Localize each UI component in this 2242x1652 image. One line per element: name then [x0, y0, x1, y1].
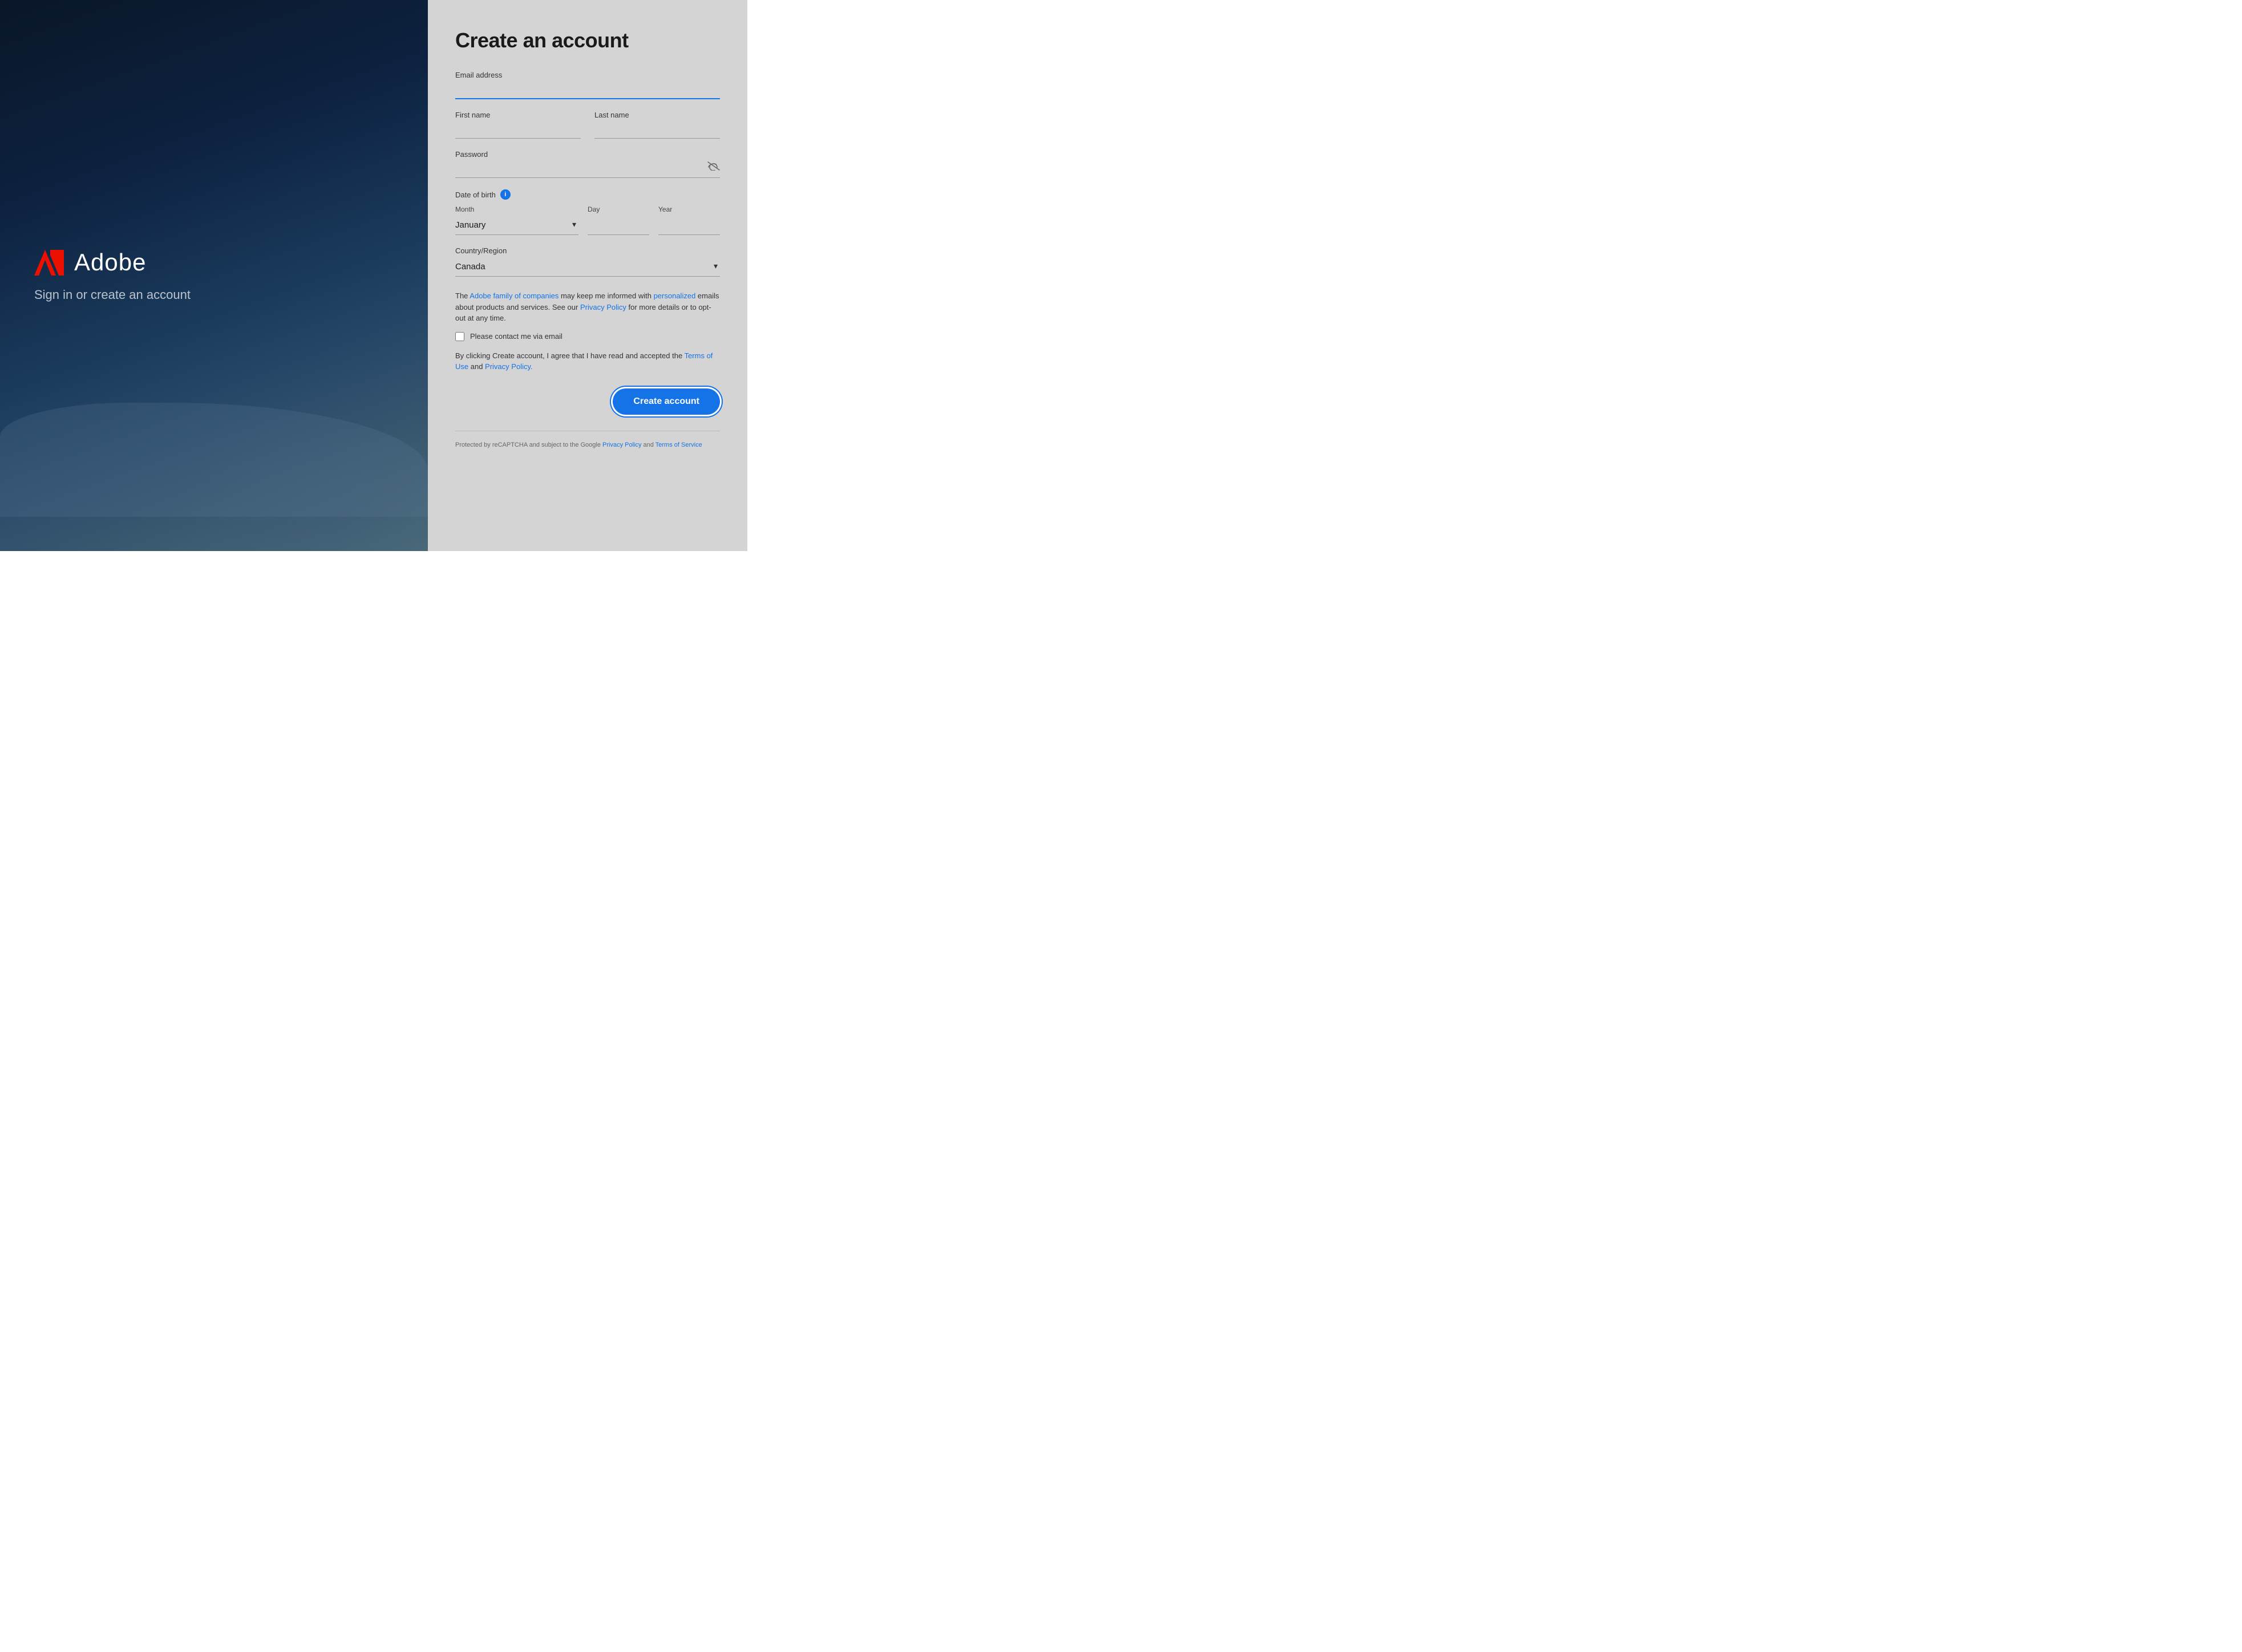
dob-year-input[interactable]: [658, 216, 720, 235]
privacy-policy-link-1[interactable]: Privacy Policy: [580, 303, 626, 311]
password-label: Password: [455, 150, 720, 159]
dob-row: Month January February March April May J…: [455, 205, 720, 235]
dob-section: Date of birth i Month January February M…: [455, 189, 720, 235]
personalized-link[interactable]: personalized: [654, 291, 696, 300]
terms-text: By clicking Create account, I agree that…: [455, 350, 720, 372]
dob-label: Date of birth: [455, 191, 496, 199]
last-name-label: Last name: [594, 111, 720, 119]
email-field-group: Email address: [455, 71, 720, 99]
recaptcha-terms-link[interactable]: Terms of Service: [655, 442, 702, 448]
dob-label-row: Date of birth i: [455, 189, 720, 200]
last-name-field-group: Last name: [594, 111, 720, 139]
left-panel: Adobe Sign in or create an account: [0, 0, 428, 551]
right-panel: Create an account Email address First na…: [428, 0, 747, 551]
recaptcha-privacy-link[interactable]: Privacy Policy: [602, 442, 641, 448]
country-select[interactable]: Canada United States United Kingdom Aust…: [455, 257, 720, 277]
dob-day-label: Day: [588, 205, 649, 213]
first-name-field-group: First name: [455, 111, 581, 139]
create-account-button[interactable]: Create account: [613, 388, 720, 415]
form-title: Create an account: [455, 29, 720, 52]
dob-month-col: Month January February March April May J…: [455, 205, 578, 235]
month-select[interactable]: January February March April May June Ju…: [455, 216, 578, 235]
dob-info-icon[interactable]: i: [500, 189, 511, 200]
privacy-policy-link-2[interactable]: Privacy Policy.: [485, 362, 533, 371]
dob-month-label: Month: [455, 205, 578, 213]
dob-day-input[interactable]: [588, 216, 649, 235]
adobe-tagline: Sign in or create an account: [34, 288, 191, 302]
country-section: Country/Region Canada United States Unit…: [455, 246, 720, 277]
dob-year-col: Year: [658, 205, 720, 235]
toggle-password-icon[interactable]: [707, 161, 720, 173]
password-field-group: Password: [455, 150, 720, 178]
country-label: Country/Region: [455, 246, 720, 255]
create-btn-row: Create account: [455, 388, 720, 415]
dob-day-col: Day: [588, 205, 649, 235]
contact-checkbox[interactable]: [455, 332, 464, 341]
adobe-logo-icon: [34, 250, 64, 276]
adobe-logo: Adobe: [34, 249, 146, 276]
email-input[interactable]: [455, 82, 720, 99]
first-name-label: First name: [455, 111, 581, 119]
consent-text: The Adobe family of companies may keep m…: [455, 290, 720, 324]
dob-year-label: Year: [658, 205, 720, 213]
country-select-wrapper: Canada United States United Kingdom Aust…: [455, 257, 720, 277]
password-input[interactable]: [455, 161, 720, 178]
password-wrapper: [455, 161, 720, 178]
last-name-input[interactable]: [594, 122, 720, 139]
month-select-wrapper: January February March April May June Ju…: [455, 216, 578, 235]
recaptcha-text: Protected by reCAPTCHA and subject to th…: [455, 440, 720, 450]
adobe-family-link[interactable]: Adobe family of companies: [470, 291, 559, 300]
name-row: First name Last name: [455, 111, 720, 139]
adobe-logo-text: Adobe: [74, 249, 146, 276]
email-label: Email address: [455, 71, 720, 79]
checkbox-row: Please contact me via email: [455, 332, 720, 341]
first-name-input[interactable]: [455, 122, 581, 139]
checkbox-label: Please contact me via email: [470, 332, 562, 341]
